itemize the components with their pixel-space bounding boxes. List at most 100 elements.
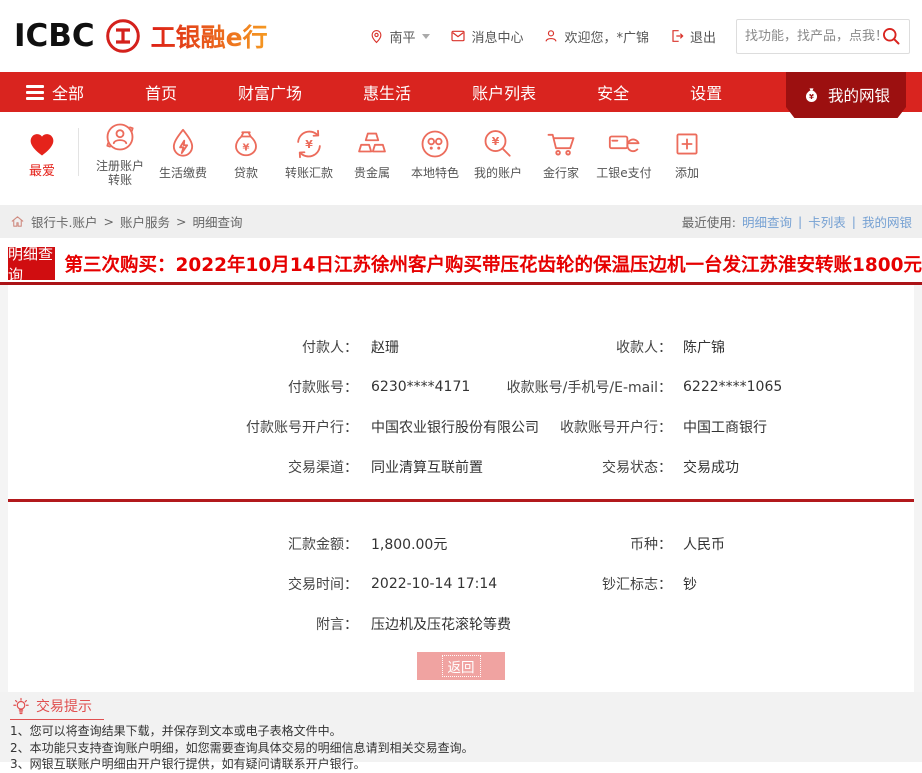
detail-row: 付款账号开户行： 中国农业银行股份有限公司 收款账号开户行： 中国工商银行 [8, 407, 914, 447]
nav-item-home[interactable]: 首页 [145, 80, 177, 104]
shortcut-epay[interactable]: 工银e支付 [595, 124, 653, 180]
icbc-emblem-icon [105, 18, 141, 54]
shortcut-register-transfer[interactable]: 注册账户转账 [91, 117, 149, 188]
location-pin-icon [369, 29, 384, 44]
breadcrumb-item[interactable]: 账户服务 [120, 212, 170, 231]
detail-row: 附言： 压边机及压花滚轮等费 [8, 604, 914, 644]
recent-link-card-list[interactable]: 卡列表 [808, 212, 846, 231]
shortcut-loan[interactable]: ¥ 贷款 [217, 124, 275, 180]
tips-title-label: 交易提示 [36, 696, 92, 716]
nav-item-wealth-plaza[interactable]: 财富广场 [238, 80, 302, 104]
time-label: 交易时间： [288, 574, 358, 594]
nav-item-life[interactable]: 惠生活 [363, 80, 411, 104]
payee-value: 陈广锦 [672, 337, 914, 357]
money-bag-icon: ¥ [802, 86, 821, 105]
detail-row: 汇款金额： 1,800.00元 币种： 人民币 [8, 524, 914, 564]
my-account-icon: ¥ [478, 124, 518, 164]
detail-row: 交易渠道： 同业清算互联前置 交易状态： 交易成功 [8, 447, 914, 487]
status-label: 交易状态： [602, 457, 672, 477]
detail-row: 付款账号： 6230****4171 收款账号/手机号/E-mail： 6222… [8, 367, 914, 407]
message-center-label: 消息中心 [471, 27, 523, 46]
breadcrumb-item-current: 明细查询 [192, 212, 242, 231]
search-icon[interactable] [881, 26, 901, 46]
welcome-user[interactable]: 欢迎您，*广锦 [543, 27, 649, 46]
header-utility-bar: 南平 消息中心 欢迎您，*广锦 退出 [369, 19, 910, 54]
icbc-logo: ICBC [14, 18, 95, 54]
nav-item-all[interactable]: 全部 [26, 80, 84, 104]
transfer-remit-icon: ¥ [289, 124, 329, 164]
payer-value: 赵珊 [358, 337, 658, 357]
precious-metal-icon [352, 124, 392, 164]
payee-label: 收款人： [616, 337, 672, 357]
lightbulb-icon [12, 697, 30, 715]
logout-icon [669, 28, 685, 44]
user-icon [543, 28, 559, 44]
heart-icon [24, 125, 60, 159]
search-input[interactable] [745, 29, 881, 44]
payee-bank-label: 收款账号开户行： [560, 417, 672, 437]
breadcrumb-separator: > [176, 214, 186, 229]
shortcut-label: 本地特色 [411, 166, 459, 180]
chevron-down-icon [422, 34, 430, 39]
favorites-button[interactable]: 最爱 [16, 125, 68, 179]
tip-item: 1、您可以将查询结果下载，并保存到文本或电子表格文件中。 [10, 724, 912, 740]
home-icon [10, 214, 25, 229]
shortcut-label: 注册账户转账 [95, 159, 145, 188]
shortcut-label: 生活缴费 [159, 166, 207, 180]
utility-pay-icon [163, 124, 203, 164]
message-center-link[interactable]: 消息中心 [450, 27, 523, 46]
divider: | [852, 214, 856, 229]
shortcut-label: 金行家 [543, 166, 579, 180]
transaction-detail-panel: 付款人： 赵珊 收款人： 陈广锦 付款账号： 6230****4171 收款账号… [8, 285, 914, 692]
notice-text: 第三次购买：2022年10月14日江苏徐州客户购买带压花齿轮的保温压边机一台发江… [65, 251, 922, 277]
location-selector[interactable]: 南平 [369, 27, 430, 46]
shortcut-gold-expert[interactable]: 金行家 [532, 124, 590, 180]
nav-item-account-list[interactable]: 账户列表 [472, 80, 536, 104]
svg-text:¥: ¥ [243, 142, 250, 153]
detail-row: 付款人： 赵珊 收款人： 陈广锦 [8, 327, 914, 367]
shortcut-my-account[interactable]: ¥ 我的账户 [469, 124, 527, 180]
logout-button[interactable]: 退出 [669, 27, 716, 46]
nav-item-security[interactable]: 安全 [597, 80, 629, 104]
divider [78, 128, 79, 176]
welcome-label: 欢迎您，*广锦 [564, 27, 649, 46]
page-title-banner: 明细查询 第三次购买：2022年10月14日江苏徐州客户购买带压花齿轮的保温压边… [0, 245, 922, 285]
shortcut-label: 添加 [675, 166, 699, 180]
shortcut-bar: 最爱 注册账户转账 生活缴费 ¥ 贷款 ¥ [0, 112, 922, 192]
status-value: 交易成功 [672, 457, 914, 477]
recent-used-label: 最近使用: [682, 212, 736, 231]
shortcut-local-feature[interactable]: 本地特色 [406, 124, 464, 180]
page-title: 明细查询 [8, 247, 55, 280]
shortcut-label: 贵金属 [354, 166, 390, 180]
favorites-label: 最爱 [29, 160, 55, 179]
epay-icon [604, 124, 644, 164]
cash-flag-label: 钞汇标志： [602, 574, 672, 594]
mail-icon [450, 28, 466, 44]
global-search [736, 19, 910, 54]
payer-label: 付款人： [302, 337, 358, 357]
my-ebank-tab[interactable]: ¥ 我的网银 [786, 72, 906, 118]
nav-item-settings[interactable]: 设置 [690, 80, 722, 104]
payee-bank-value: 中国工商银行 [672, 417, 914, 437]
location-label: 南平 [389, 27, 415, 46]
shortcut-precious-metal[interactable]: 贵金属 [343, 124, 401, 180]
add-icon [667, 124, 707, 164]
breadcrumb-item[interactable]: 银行卡.账户 [31, 212, 97, 231]
loan-icon: ¥ [226, 124, 266, 164]
local-feature-icon [415, 124, 455, 164]
shortcut-utility-pay[interactable]: 生活缴费 [154, 124, 212, 180]
recent-link-my-ebank[interactable]: 我的网银 [862, 212, 912, 231]
recent-link-detail-query[interactable]: 明细查询 [742, 212, 792, 231]
currency-value: 人民币 [672, 534, 914, 554]
back-button[interactable]: 返回 [417, 652, 505, 680]
shortcut-transfer-remit[interactable]: ¥ 转账汇款 [280, 124, 338, 180]
breadcrumb-bar: 银行卡.账户 > 账户服务 > 明细查询 最近使用: 明细查询 | 卡列表 | … [0, 205, 922, 238]
button-row: 返回 [8, 652, 914, 680]
amount-section: 汇款金额： 1,800.00元 币种： 人民币 交易时间： 2022-10-14… [8, 502, 914, 644]
shortcut-add[interactable]: 添加 [658, 124, 716, 180]
main-content: 付款人： 赵珊 收款人： 陈广锦 付款账号： 6230****4171 收款账号… [0, 285, 922, 692]
tip-item: 3、网银互联账户明细由开户银行提供，如有疑问请联系开户银行。 [10, 757, 912, 773]
payer-account-label: 付款账号： [288, 377, 358, 397]
amount-label: 汇款金额： [288, 534, 358, 554]
register-transfer-icon [100, 117, 140, 157]
